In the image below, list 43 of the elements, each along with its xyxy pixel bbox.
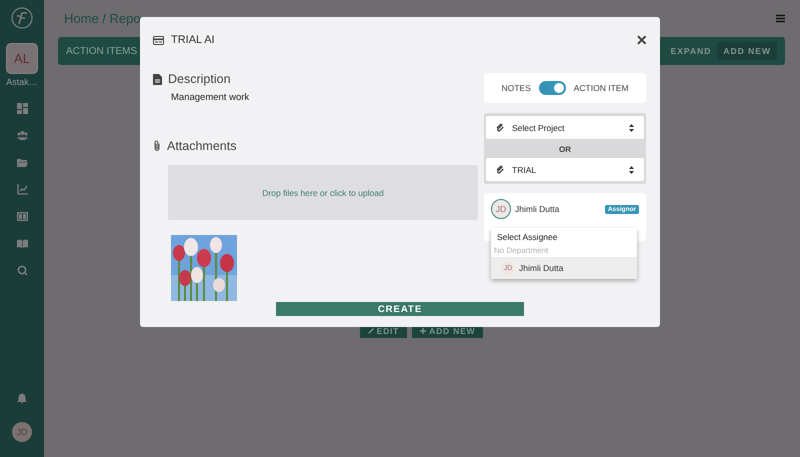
separator-text: OR [558, 144, 572, 156]
section-label: Attachments [167, 139, 236, 153]
project-select[interactable]: Select Project [486, 116, 644, 139]
section-title: ACTION ITEMS [66, 46, 138, 56]
type-switch[interactable] [538, 81, 566, 95]
card-icon [153, 36, 164, 44]
description-text: Management work [171, 92, 250, 103]
search-icon [16, 265, 28, 276]
upload-dropzone[interactable]: Drop files here or click to upload [168, 165, 478, 220]
assignee-search-field[interactable]: Select Assignee [491, 228, 637, 243]
book-icon [16, 238, 28, 249]
bell-icon [17, 393, 27, 404]
paperclip-icon [153, 140, 161, 152]
breadcrumb: Home / Repo [64, 11, 141, 26]
project-select[interactable]: TRIAL [486, 158, 644, 181]
logo-icon [11, 7, 33, 29]
columns-icon [16, 211, 28, 222]
select-value: TRIAL [512, 164, 538, 174]
dashboard-icon [16, 103, 28, 114]
menu-icon [776, 14, 785, 23]
paperclip-icon [496, 165, 504, 174]
expand-button[interactable]: EXPAND [664, 42, 718, 60]
close-button[interactable]: × [636, 31, 647, 49]
section-label: Description [168, 72, 231, 86]
user-avatar: JD [491, 199, 511, 219]
toggle-label: ACTION ITEM [574, 83, 629, 93]
users-icon [16, 130, 28, 141]
user-avatar[interactable]: AL [6, 43, 38, 74]
chart-icon [16, 184, 28, 195]
sort-caret-icon [629, 124, 634, 132]
select-value: Select Project [512, 122, 566, 132]
document-icon [153, 74, 162, 84]
modal-title: TRIAL AI [171, 34, 216, 46]
user-name: Jhimli Dutta [515, 204, 560, 214]
add-new-button[interactable]: ADD NEW [717, 42, 777, 60]
plus-icon [420, 328, 426, 334]
create-button[interactable]: CREATE [276, 302, 524, 316]
group-label: No Department [493, 245, 550, 257]
paperclip-icon [496, 123, 504, 132]
folder-icon [16, 157, 28, 168]
sort-caret-icon [629, 166, 634, 174]
toggle-label: NOTES [501, 83, 531, 93]
user-name: Astak… [6, 77, 38, 87]
